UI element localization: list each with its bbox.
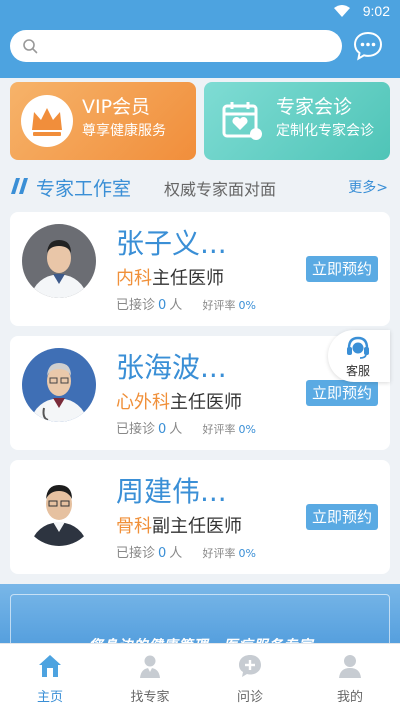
tab-consultation[interactable]: 问诊 [200,644,300,710]
doctor-stats: 已接诊 0 人 好评率 0% [116,294,259,313]
wifi-icon [334,5,350,17]
tab-find-expert[interactable]: 找专家 [100,644,200,710]
book-now-button[interactable]: 立即预约 [306,504,378,530]
visits-unit: 人 [169,298,183,313]
visits-count: 0 [158,546,167,561]
doctor-rank: 主任医师 [170,392,242,413]
visits-label: 已接诊 [116,546,156,561]
consult-title: 专家会诊 [276,96,353,118]
doctor-card[interactable]: 张子义... 内科主任医师 已接诊 0 人 好评率 0% 立即预约 [10,212,390,326]
doctor-name: 张海波... [116,351,227,384]
visits-label: 已接诊 [116,422,156,437]
book-now-button[interactable]: 立即预约 [306,256,378,282]
doctor-dept: 内科 [116,268,152,289]
chat-add-icon [239,655,261,677]
rating-label: 好评率 [202,547,236,560]
search-input[interactable] [46,35,332,57]
rating-label: 好评率 [202,299,236,312]
tab-mine[interactable]: 我的 [300,644,400,710]
doctor-stats: 已接诊 0 人 好评率 0% [116,418,259,437]
message-icon[interactable] [352,30,384,62]
customer-service-label: 客服 [346,364,371,378]
doctor-stats: 已接诊 0 人 好评率 0% [116,542,259,561]
calendar-heart-icon [222,102,262,140]
more-link[interactable]: 更多> [348,177,388,197]
expert-consult-card[interactable]: 专家会诊 定制化专家会诊 [204,82,390,160]
expert-studio-header: 专家工作室 权威专家面对面 更多> [10,174,390,200]
doctor-icon [140,655,160,678]
user-icon [339,655,361,678]
headset-icon [347,336,369,359]
doctor-avatar [22,472,96,546]
section-subtitle: 权威专家面对面 [164,180,277,199]
vip-subtitle: 尊享健康服务 [82,123,166,139]
doctor-avatar [22,224,96,298]
visits-count: 0 [158,298,167,313]
doctor-card[interactable]: 周建伟... 骨科副主任医师 已接诊 0 人 好评率 0% 立即预约 [10,460,390,574]
tab-label: 问诊 [236,690,263,705]
doctor-name: 张子义... [116,227,227,260]
consult-subtitle: 定制化专家会诊 [276,123,374,139]
search-icon [23,39,38,54]
bottom-tab-bar: 主页 找专家 问诊 我的 [0,643,400,710]
tab-label: 主页 [36,690,63,705]
visits-unit: 人 [169,422,183,437]
vip-title: VIP会员 [82,96,151,118]
doctor-name: 周建伟... [116,475,227,508]
home-icon [39,655,61,677]
tab-home[interactable]: 主页 [0,644,100,710]
status-time: 9:02 [362,3,390,19]
rating-value: 0% [238,423,256,436]
rating-label: 好评率 [202,423,236,436]
visits-count: 0 [158,422,167,437]
tab-label: 我的 [336,690,363,705]
doctor-title: 内科主任医师 [116,264,224,290]
search-bar[interactable] [10,30,342,62]
vip-member-card[interactable]: VIP会员 尊享健康服务 [10,82,196,160]
tab-label: 找专家 [130,690,170,705]
doctor-title: 骨科副主任医师 [116,512,242,538]
rating-value: 0% [238,547,256,560]
doctor-rank: 副主任医师 [152,516,242,537]
rating-value: 0% [238,299,256,312]
crown-icon [21,95,73,147]
status-bar: 9:02 [0,0,400,24]
doctor-avatar [22,348,96,422]
doctor-dept: 心外科 [116,392,170,413]
book-now-button[interactable]: 立即预约 [306,380,378,406]
section-title: 专家工作室 [36,178,132,200]
visits-label: 已接诊 [116,298,156,313]
doctor-rank: 主任医师 [152,268,224,289]
doctor-dept: 骨科 [116,516,152,537]
visits-unit: 人 [169,546,183,561]
doctor-title: 心外科主任医师 [116,388,242,414]
customer-service-button[interactable]: 客服 [328,330,390,382]
section-mark-icon [11,178,28,194]
